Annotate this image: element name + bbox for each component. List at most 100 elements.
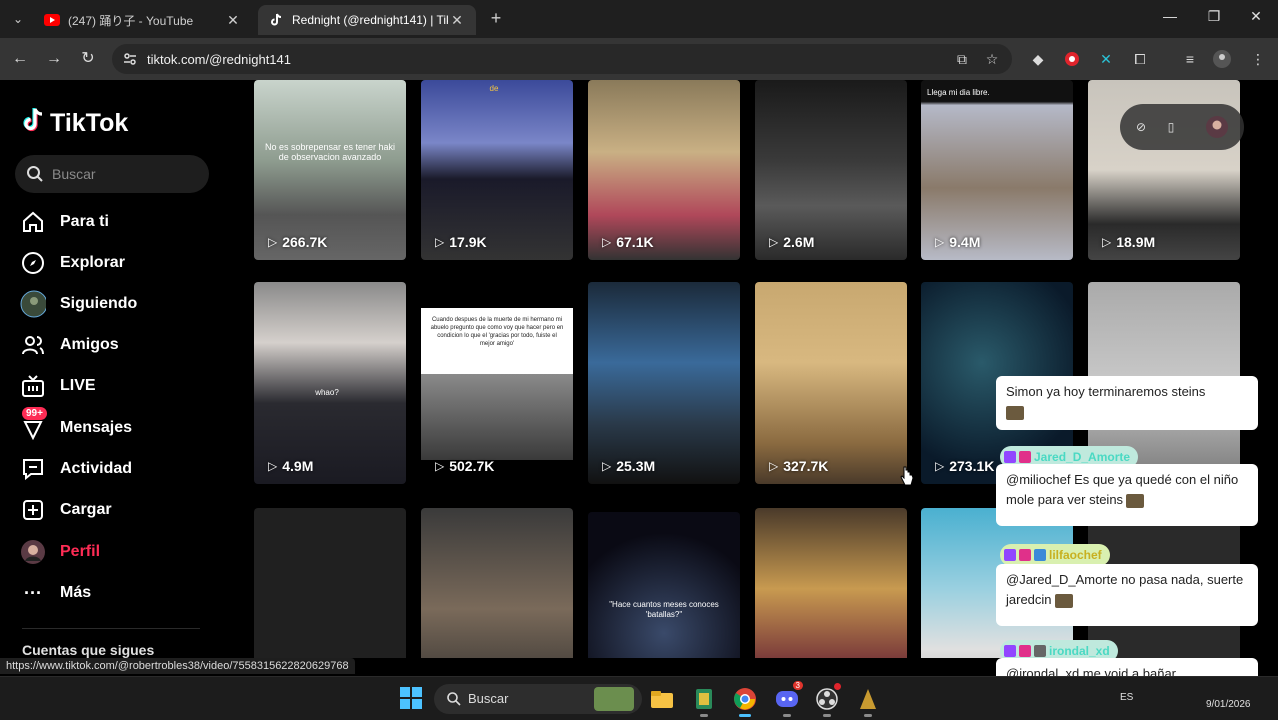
minimize-icon[interactable]: — [1160, 8, 1180, 24]
forward-icon[interactable]: → [43, 48, 65, 70]
profile-avatar-icon[interactable] [1212, 49, 1232, 69]
video-tile[interactable]: Llega mi dia libre. ▷ 9.4M [921, 80, 1073, 260]
emote-icon [1006, 405, 1024, 420]
play-icon: ▷ [435, 459, 445, 473]
new-tab-icon[interactable]: + [486, 8, 506, 28]
extensions-puzzle-icon[interactable]: ⧠ [1130, 49, 1150, 69]
status-url-bar: https://www.tiktok.com/@robertrobles38/v… [0, 658, 355, 674]
close-tab-icon[interactable]: ✕ [448, 12, 466, 29]
file-explorer-icon[interactable] [648, 685, 676, 713]
unread-badge: 99+ [22, 407, 47, 420]
address-bar[interactable]: tiktok.com/@rednight141 [112, 44, 1012, 74]
view-count: ▷ 17.9K [435, 234, 487, 250]
tiktok-logo[interactable]: TikTok [22, 107, 128, 140]
obs-icon[interactable] [813, 683, 841, 717]
taskbar-search-text: Buscar [468, 691, 509, 706]
search-icon [26, 165, 44, 183]
video-tile[interactable]: ▷ 327.7K [755, 282, 907, 484]
chrome-icon[interactable] [731, 685, 759, 717]
close-window-icon[interactable]: ✕ [1246, 8, 1266, 25]
sidebar-item-mensajes[interactable]: 99+ Mensajes [20, 407, 133, 443]
live-icon [20, 373, 46, 399]
restore-icon[interactable]: ❐ [1204, 8, 1224, 25]
taskbar-search[interactable]: Buscar [434, 684, 642, 714]
compass-icon[interactable]: ⊘ [1132, 118, 1150, 136]
system-date[interactable]: 9/01/2026 [1206, 699, 1251, 710]
discord-icon[interactable]: 3 [773, 681, 803, 717]
view-count-text: 273.1K [949, 458, 995, 474]
site-info-icon[interactable] [122, 51, 138, 67]
device-icon[interactable]: ▯ [1162, 118, 1180, 136]
video-tile[interactable]: de ▷ 17.9K [421, 80, 573, 260]
twitch-badge-icon [1004, 451, 1016, 463]
sidebar-item-mas[interactable]: ··· Más [20, 578, 91, 608]
sub-badge-icon [1019, 645, 1031, 657]
floating-actions: ⊘ ▯ [1120, 104, 1244, 150]
sidebar-item-perfil[interactable]: Perfil [20, 537, 100, 567]
tab-strip: ⌄ (247) 踊り子 - YouTube ✕ Rednight (@redni… [0, 0, 1278, 38]
sidebar-item-live[interactable]: LIVE [20, 371, 96, 401]
play-icon: ▷ [602, 459, 612, 473]
play-icon: ▷ [435, 235, 445, 249]
install-app-icon[interactable]: ⧉ [952, 49, 972, 69]
view-count: ▷ 25.3M [602, 458, 655, 474]
tab-tiktok[interactable]: Rednight (@rednight141) | TikTok ✕ [258, 5, 476, 35]
recording-dot [834, 683, 841, 690]
extension-game-icon[interactable]: ◆ [1028, 49, 1048, 69]
sidebar-item-para-ti[interactable]: Para ti [20, 207, 109, 237]
verified-badge-icon [1034, 549, 1046, 561]
close-tab-icon[interactable]: ✕ [224, 12, 242, 29]
video-tile[interactable]: ▷ 2.6M [755, 80, 907, 260]
sidebar-item-siguiendo[interactable]: Siguiendo [20, 289, 137, 319]
avatar[interactable] [1204, 114, 1230, 140]
video-tile[interactable]: No es sobrepensar es tener haki de obser… [254, 80, 406, 260]
sidebar-item-amigos[interactable]: Amigos [20, 330, 119, 360]
media-controls-icon[interactable]: ≡ [1180, 49, 1200, 69]
chat-message-text: @miliochef Es que ya quedé con el niño m… [1006, 472, 1239, 507]
chat-username: irondal_xd [1049, 644, 1110, 658]
logo-text: TikTok [50, 109, 129, 137]
view-count: ▷ 9.4M [935, 234, 980, 250]
language-indicator[interactable]: ES [1120, 692, 1133, 703]
tab-youtube[interactable]: (247) 踊り子 - YouTube ✕ [34, 5, 252, 35]
sidebar-item-actividad[interactable]: Actividad [20, 454, 132, 484]
sidebar-item-label: Amigos [60, 336, 119, 353]
tab-search-chevron-icon[interactable]: ⌄ [8, 9, 28, 29]
app-icon[interactable] [690, 685, 718, 717]
browser-menu-icon[interactable]: ⋮ [1248, 49, 1268, 69]
sidebar-item-label: Cargar [60, 501, 112, 518]
video-tile[interactable] [421, 508, 573, 658]
view-count-text: 9.4M [949, 234, 981, 250]
back-icon[interactable]: ← [9, 48, 31, 70]
chat-message: @Jared_D_Amorte no pasa nada, suerte jar… [996, 564, 1258, 626]
sidebar-item-cargar[interactable]: Cargar [20, 495, 112, 525]
notification-badge: 3 [792, 681, 803, 690]
video-tile[interactable]: "Hace cuantos meses conoces 'batallas?" [588, 512, 740, 658]
video-tile[interactable]: whao? ▷ 4.9M [254, 282, 406, 484]
chat-user-chip: lilfaochef [1000, 544, 1110, 566]
search-input[interactable]: Buscar [15, 155, 209, 193]
play-icon: ▷ [935, 459, 945, 473]
video-caption: whao? [315, 388, 339, 397]
sidebar-item-label: Para ti [60, 213, 109, 230]
video-tile[interactable] [755, 508, 907, 658]
windows-start-icon[interactable] [400, 687, 422, 709]
video-tile[interactable] [254, 508, 406, 658]
sidebar-item-label: Perfil [60, 543, 101, 560]
video-tile[interactable]: Cuando despues de la muerte de mi herman… [421, 282, 573, 484]
sidebar-item-label: Mensajes [60, 419, 133, 436]
extension-red-icon[interactable] [1062, 49, 1082, 69]
reload-icon[interactable]: ↻ [77, 48, 99, 70]
extension-teal-icon[interactable]: ✕ [1096, 49, 1116, 69]
video-tile[interactable]: ▷ 25.3M [588, 282, 740, 484]
bookmark-star-icon[interactable]: ☆ [982, 49, 1002, 69]
windows-taskbar: Buscar 3 ES 9/01/2026 [0, 676, 1278, 720]
view-count-text: 266.7K [282, 234, 328, 250]
view-count-text: 502.7K [449, 458, 495, 474]
video-thumbnail [421, 374, 573, 460]
play-icon: ▷ [268, 235, 278, 249]
sidebar-item-explorar[interactable]: Explorar [20, 248, 125, 278]
app-icon[interactable] [854, 685, 882, 717]
chat-message-text: Simon ya hoy terminaremos steins [1006, 384, 1206, 399]
video-tile[interactable]: ▷ 67.1K [588, 80, 740, 260]
